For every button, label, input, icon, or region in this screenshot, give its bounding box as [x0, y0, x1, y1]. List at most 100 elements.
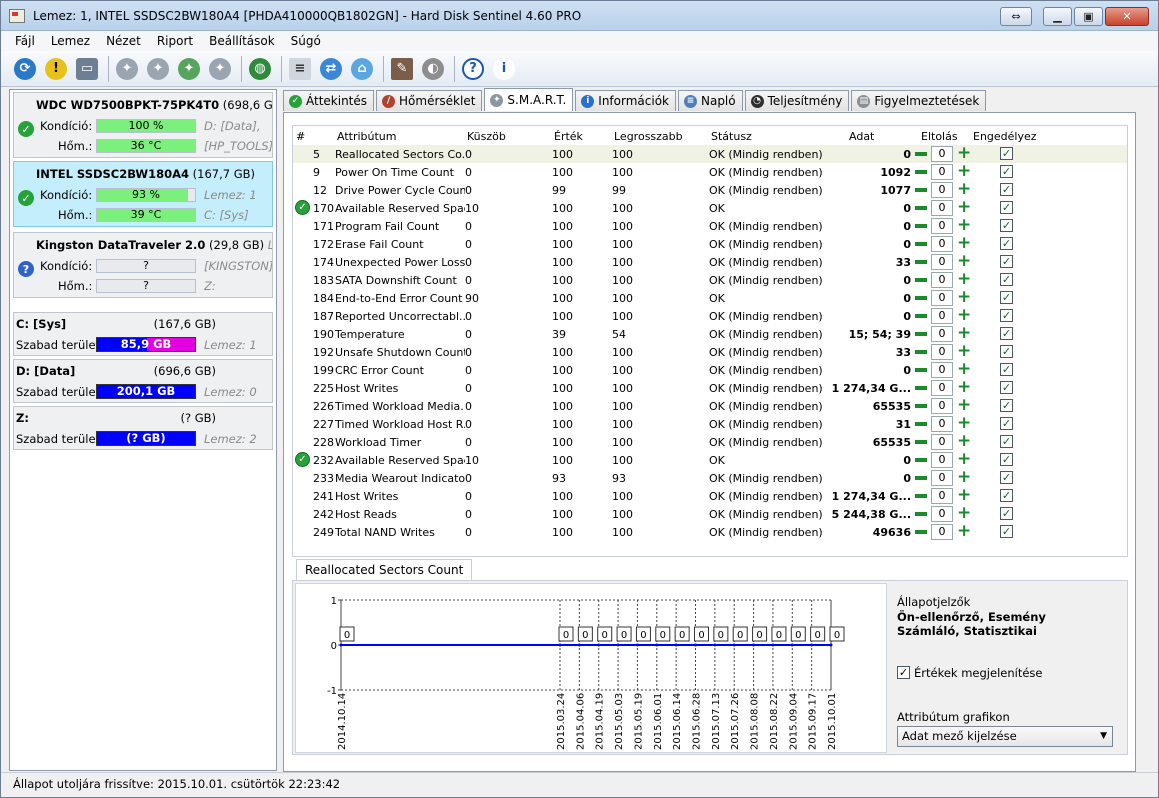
offset-value[interactable]: 0	[931, 398, 953, 414]
offset-increase-button[interactable]: +	[957, 145, 971, 162]
offset-increase-button[interactable]: +	[957, 181, 971, 198]
enable-checkbox[interactable]: ✓	[1000, 327, 1013, 340]
offset-value[interactable]: 0	[931, 200, 953, 216]
offset-increase-button[interactable]: +	[957, 289, 971, 306]
table-row[interactable]: 174 Unexpected Power Loss 0 100 100 OK (Mindi…	[293, 253, 1127, 271]
disk-entry[interactable]: INTEL SSDSC2BW180A4 (167,7 GB) ✓ Kondíció…	[13, 161, 273, 227]
offset-value[interactable]: 0	[931, 236, 953, 252]
offset-increase-button[interactable]: +	[957, 253, 971, 270]
network-button[interactable]: ⌂	[348, 55, 376, 83]
title-bar[interactable]: Lemez: 1, INTEL SSDSC2BW180A4 [PHDA41000…	[1, 1, 1158, 31]
enable-checkbox[interactable]: ✓	[1000, 489, 1013, 502]
tab-1[interactable]: / Hőmérséklet	[376, 90, 483, 111]
tab-6[interactable]: ▤ Figyelmeztetések	[851, 90, 987, 111]
table-row[interactable]: ✓ 232 Available Reserved Space 10 100 100 OK 0 0…	[293, 451, 1127, 469]
enable-checkbox[interactable]: ✓	[1000, 507, 1013, 520]
offset-decrease-button[interactable]	[915, 152, 927, 156]
offset-value[interactable]: 0	[931, 524, 953, 540]
offset-decrease-button[interactable]	[915, 188, 927, 192]
offset-increase-button[interactable]: +	[957, 433, 971, 450]
col-attribute[interactable]: Attribútum	[337, 130, 397, 143]
offset-increase-button[interactable]: +	[957, 325, 971, 342]
table-row[interactable]: 225 Host Writes 0 100 100 OK (Mindig rendben)…	[293, 379, 1127, 397]
enable-checkbox[interactable]: ✓	[1000, 525, 1013, 538]
enable-checkbox[interactable]: ✓	[1000, 147, 1013, 160]
table-row[interactable]: 5 Reallocated Sectors Co... 0 100 100 OK (Min…	[293, 145, 1127, 163]
enable-checkbox[interactable]: ✓	[1000, 291, 1013, 304]
offset-increase-button[interactable]: +	[957, 235, 971, 252]
alert-button[interactable]: !	[42, 55, 70, 83]
minimize-button[interactable]: ▁	[1043, 7, 1072, 26]
table-row[interactable]: 249 Total NAND Writes 0 100 100 OK (Mindig re…	[293, 523, 1127, 541]
col-offset[interactable]: Eltolás	[921, 130, 958, 143]
offset-decrease-button[interactable]	[915, 278, 927, 282]
col-value[interactable]: Érték	[554, 130, 583, 143]
enable-checkbox[interactable]: ✓	[1000, 381, 1013, 394]
offset-increase-button[interactable]: +	[957, 199, 971, 216]
table-row[interactable]: 242 Host Reads 0 100 100 OK (Mindig rendben) 5…	[293, 505, 1127, 523]
tab-4[interactable]: ≡ Napló	[677, 90, 743, 111]
help-button[interactable]: ?	[459, 55, 487, 83]
offset-decrease-button[interactable]	[915, 314, 927, 318]
offset-increase-button[interactable]: +	[957, 487, 971, 504]
offset-value[interactable]: 0	[931, 218, 953, 234]
offset-decrease-button[interactable]	[915, 242, 927, 246]
enable-checkbox[interactable]: ✓	[1000, 255, 1013, 268]
offset-increase-button[interactable]: +	[957, 523, 971, 540]
disk-entry[interactable]: WDC WD7500BPKT-75PK4T0 (698,6 GB) Le✓ Kon…	[13, 92, 273, 158]
disk-entry[interactable]: Kingston DataTraveler 2.0 (29,8 GB) Leme…	[13, 232, 273, 298]
enable-checkbox[interactable]: ✓	[1000, 183, 1013, 196]
enable-checkbox[interactable]: ✓	[1000, 201, 1013, 214]
offset-decrease-button[interactable]	[915, 206, 927, 210]
menu-item-4[interactable]: Beállítások	[201, 34, 283, 48]
offset-decrease-button[interactable]	[915, 350, 927, 354]
offset-value[interactable]: 0	[931, 506, 953, 522]
offset-increase-button[interactable]: +	[957, 415, 971, 432]
offset-value[interactable]: 0	[931, 452, 953, 468]
table-row[interactable]: 187 Reported Uncorrectabl... 0 100 100 OK (Mi…	[293, 307, 1127, 325]
enable-checkbox[interactable]: ✓	[1000, 165, 1013, 178]
restore-layout-button[interactable]: ⇔	[1000, 7, 1032, 26]
offset-increase-button[interactable]: +	[957, 397, 971, 414]
offset-increase-button[interactable]: +	[957, 343, 971, 360]
test-button-2[interactable]: ✦	[144, 55, 172, 83]
offset-decrease-button[interactable]	[915, 386, 927, 390]
table-row[interactable]: 9 Power On Time Count 0 100 100 OK (Mindig re…	[293, 163, 1127, 181]
offset-value[interactable]: 0	[931, 326, 953, 342]
enable-checkbox[interactable]: ✓	[1000, 219, 1013, 232]
table-row[interactable]: 227 Timed Workload Host R... 0 100 100 OK (Mi…	[293, 415, 1127, 433]
offset-value[interactable]: 0	[931, 182, 953, 198]
menu-item-1[interactable]: Lemez	[43, 34, 98, 48]
offset-value[interactable]: 0	[931, 254, 953, 270]
enable-checkbox[interactable]: ✓	[1000, 435, 1013, 448]
col-worst[interactable]: Legrosszabb	[614, 130, 683, 143]
about-button[interactable]: i	[490, 55, 518, 83]
offset-value[interactable]: 0	[931, 272, 953, 288]
offset-decrease-button[interactable]	[915, 404, 927, 408]
table-row[interactable]: 184 End-to-End Error Count 90 100 100 OK 0 0 + ✓	[293, 289, 1127, 307]
table-row[interactable]: 172 Erase Fail Count 0 100 100 OK (Mindig ren…	[293, 235, 1127, 253]
offset-decrease-button[interactable]	[915, 332, 927, 336]
test-button-1[interactable]: ✦	[113, 55, 141, 83]
enable-checkbox[interactable]: ✓	[1000, 237, 1013, 250]
settings-button[interactable]: ✎	[388, 55, 416, 83]
offset-decrease-button[interactable]	[915, 494, 927, 498]
partition-entry[interactable]: Z: (? GB) Szabad terület (? GB) Lemez: 2	[13, 406, 273, 450]
table-row[interactable]: 190 Temperature 0 39 54 OK (Mindig rendben) 15…	[293, 325, 1127, 343]
menu-item-0[interactable]: Fájl	[7, 34, 43, 48]
refresh-button[interactable]: ⟳	[11, 55, 39, 83]
table-row[interactable]: ✓ 170 Available Reserved Space 10 100 100 OK 0 0…	[293, 199, 1127, 217]
offset-value[interactable]: 0	[931, 164, 953, 180]
test-button-4[interactable]: ✦	[206, 55, 234, 83]
tab-2[interactable]: ✦ S.M.A.R.T.	[484, 88, 574, 111]
enable-checkbox[interactable]: ✓	[1000, 309, 1013, 322]
offset-decrease-button[interactable]	[915, 458, 927, 462]
offset-decrease-button[interactable]	[915, 512, 927, 516]
offset-decrease-button[interactable]	[915, 296, 927, 300]
offset-value[interactable]: 0	[931, 308, 953, 324]
menu-item-3[interactable]: Riport	[149, 34, 201, 48]
enable-checkbox[interactable]: ✓	[1000, 345, 1013, 358]
show-values-checkbox[interactable]: ✓	[897, 666, 910, 679]
offset-value[interactable]: 0	[931, 488, 953, 504]
test-button-3[interactable]: ✦	[175, 55, 203, 83]
